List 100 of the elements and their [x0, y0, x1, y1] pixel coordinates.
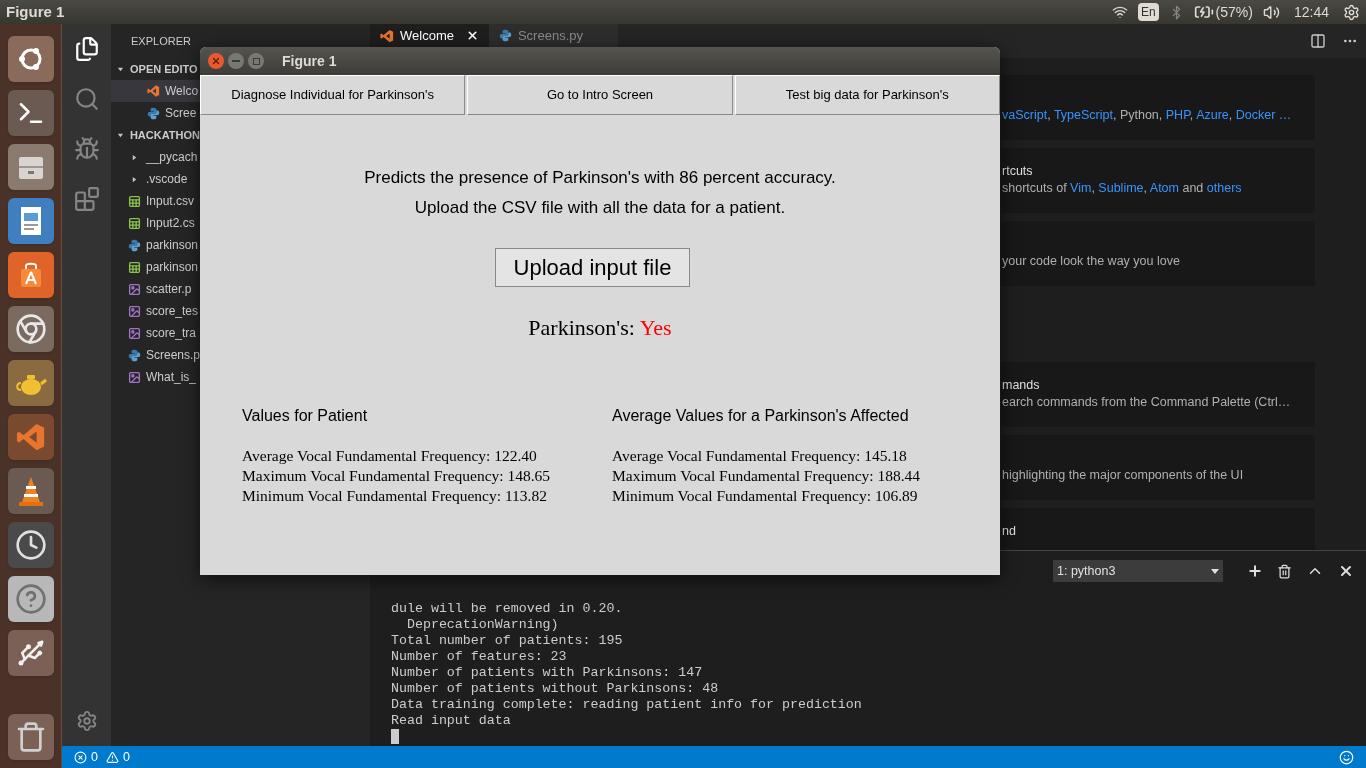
ubuntu-logo-icon[interactable]	[7, 36, 54, 82]
link[interactable]: TypeScript	[1053, 108, 1113, 122]
file-item[interactable]: What_is_	[111, 366, 200, 388]
editor-tab[interactable]: Welcome	[370, 24, 489, 47]
traffic-cone-icon[interactable]	[7, 468, 54, 514]
file-item[interactable]: scatter.p	[111, 278, 200, 300]
file-item[interactable]: Welco	[111, 80, 200, 102]
teapot-icon[interactable]	[7, 360, 54, 406]
browser-icon[interactable]	[7, 306, 54, 352]
terminal-selector[interactable]: 1: python3	[1053, 560, 1223, 582]
close-icon[interactable]	[1338, 563, 1354, 579]
file-item[interactable]: parkinson	[111, 256, 200, 278]
dropdown-caret-icon	[1211, 567, 1219, 575]
editor-tab[interactable]: Screens.py	[488, 24, 618, 47]
nav-button[interactable]: Diagnose Individual for Parkinson's	[200, 75, 466, 115]
link[interactable]: PHP	[1165, 108, 1190, 122]
image-icon	[128, 326, 141, 340]
terminal-app-icon[interactable]	[7, 90, 54, 136]
welcome-card[interactable]: your code look the way you love	[1001, 221, 1315, 286]
explorer-title: EXPLORER	[131, 33, 191, 49]
trash-icon[interactable]	[1277, 563, 1292, 579]
expanded-arrow-icon	[117, 131, 124, 139]
card-description: vaScript, TypeScript, Python, PHP, Azure, Docker …	[1002, 107, 1293, 124]
nav-button[interactable]: Test big data for Parkinson's	[734, 75, 1000, 115]
python-logo-icon	[128, 238, 141, 252]
file-item[interactable]: __pycach	[111, 146, 200, 168]
link[interactable]: others	[1206, 181, 1242, 195]
clock-icon[interactable]	[7, 522, 54, 568]
extensions-icon[interactable]	[73, 186, 100, 212]
keyboard-indicator[interactable]: En	[1137, 3, 1159, 21]
terminal-line: Number of features: 23	[391, 649, 567, 665]
close-icon	[211, 56, 221, 66]
value-text: Average Vocal Fundamental Frequency: 122.40	[242, 446, 537, 466]
link[interactable]: Sublime	[1098, 181, 1144, 195]
trash-icon[interactable]	[7, 714, 54, 760]
terminal-line: DeprecationWarning)	[405, 617, 559, 633]
settings-icon[interactable]	[1343, 3, 1360, 21]
file-drawer-icon[interactable]	[7, 144, 54, 190]
smiley-icon[interactable]	[1339, 749, 1354, 765]
python-logo-icon	[147, 106, 160, 120]
spreadsheet-icon	[128, 260, 141, 274]
file-item[interactable]: Scree	[111, 102, 200, 124]
card-description: highlighting the major components of the UI	[1002, 467, 1245, 484]
value-text: Minimum Vocal Fundamental Frequency: 113.82	[242, 486, 547, 506]
python-logo-icon	[498, 29, 512, 42]
debug-icon[interactable]	[73, 136, 100, 162]
shopping-bag-icon[interactable]	[7, 252, 54, 298]
error-count[interactable]: 0	[91, 747, 98, 767]
error-icon[interactable]	[74, 750, 87, 764]
section-header[interactable]: OPEN EDITO	[111, 58, 200, 80]
welcome-card[interactable]: nd	[1001, 508, 1315, 550]
file-item[interactable]: Screens.p	[111, 344, 200, 366]
value-text: Minimum Vocal Fundamental Frequency: 106.89	[612, 486, 918, 506]
add-icon[interactable]	[1247, 563, 1263, 579]
collapsed-arrow-icon	[131, 175, 138, 183]
window-title: Figure 1	[282, 51, 337, 71]
terminal-line: Total number of patients: 195	[391, 633, 623, 649]
warning-count[interactable]: 0	[122, 747, 130, 767]
terminal-line: Data training complete: reading patient info for prediction	[391, 697, 862, 713]
welcome-card[interactable]: vaScript, TypeScript, Python, PHP, Azure, Docker …	[1001, 75, 1315, 140]
welcome-card[interactable]: rtcuts shortcuts of Vim, Sublime, Atom and others	[1001, 148, 1315, 213]
clock-text[interactable]: 12:44	[1293, 1, 1329, 23]
volume-icon[interactable]	[1262, 3, 1280, 21]
usb-drive-icon[interactable]	[7, 630, 54, 676]
files-icon[interactable]	[73, 36, 100, 62]
nav-button[interactable]: Go to Intro Screen	[467, 75, 733, 115]
terminal-line: dule will be removed in 0.20.	[391, 601, 623, 617]
image-icon	[128, 370, 141, 384]
close-icon[interactable]	[465, 29, 479, 42]
warning-icon[interactable]	[105, 750, 119, 764]
close-window-button[interactable]	[208, 53, 224, 69]
search-icon[interactable]	[73, 86, 100, 112]
section-header[interactable]: HACKATHON	[111, 124, 200, 146]
split-editor-icon[interactable]	[1310, 33, 1326, 49]
collapsed-arrow-icon	[131, 153, 138, 161]
settings-icon[interactable]	[75, 710, 98, 732]
link[interactable]: Azure	[1196, 108, 1229, 122]
welcome-card[interactable]: mands earch commands from the Command Palette (Ctrl…	[1001, 362, 1315, 427]
upload-button[interactable]: Upload input file	[495, 248, 690, 287]
wifi-icon[interactable]	[1111, 4, 1128, 20]
vscode-logo-icon	[147, 84, 160, 98]
document-icon[interactable]	[7, 198, 54, 244]
link[interactable]: Atom	[1149, 181, 1179, 195]
maximize-window-button[interactable]	[248, 53, 264, 69]
file-item[interactable]: .vscode	[111, 168, 200, 190]
python-logo-icon	[128, 348, 141, 362]
file-item[interactable]: parkinson	[111, 234, 200, 256]
vscode-logo-icon[interactable]	[7, 414, 54, 460]
file-item[interactable]: score_tra	[111, 322, 200, 344]
vscode-logo-icon	[380, 28, 394, 43]
welcome-card[interactable]: highlighting the major components of the UI	[1001, 435, 1315, 500]
card-description: your code look the way you love	[1002, 253, 1181, 270]
link[interactable]: Docker …	[1235, 108, 1292, 122]
file-item[interactable]: score_tes	[111, 300, 200, 322]
description-text: Predicts the presence of Parkinson's with 86 percent accuracy.	[364, 168, 836, 188]
help-icon[interactable]	[7, 576, 54, 622]
file-item[interactable]: Input.csv	[111, 190, 200, 212]
file-item[interactable]: Input2.cs	[111, 212, 200, 234]
minimize-window-button[interactable]	[228, 53, 244, 69]
value-text: Maximum Vocal Fundamental Frequency: 188.44	[612, 466, 921, 486]
